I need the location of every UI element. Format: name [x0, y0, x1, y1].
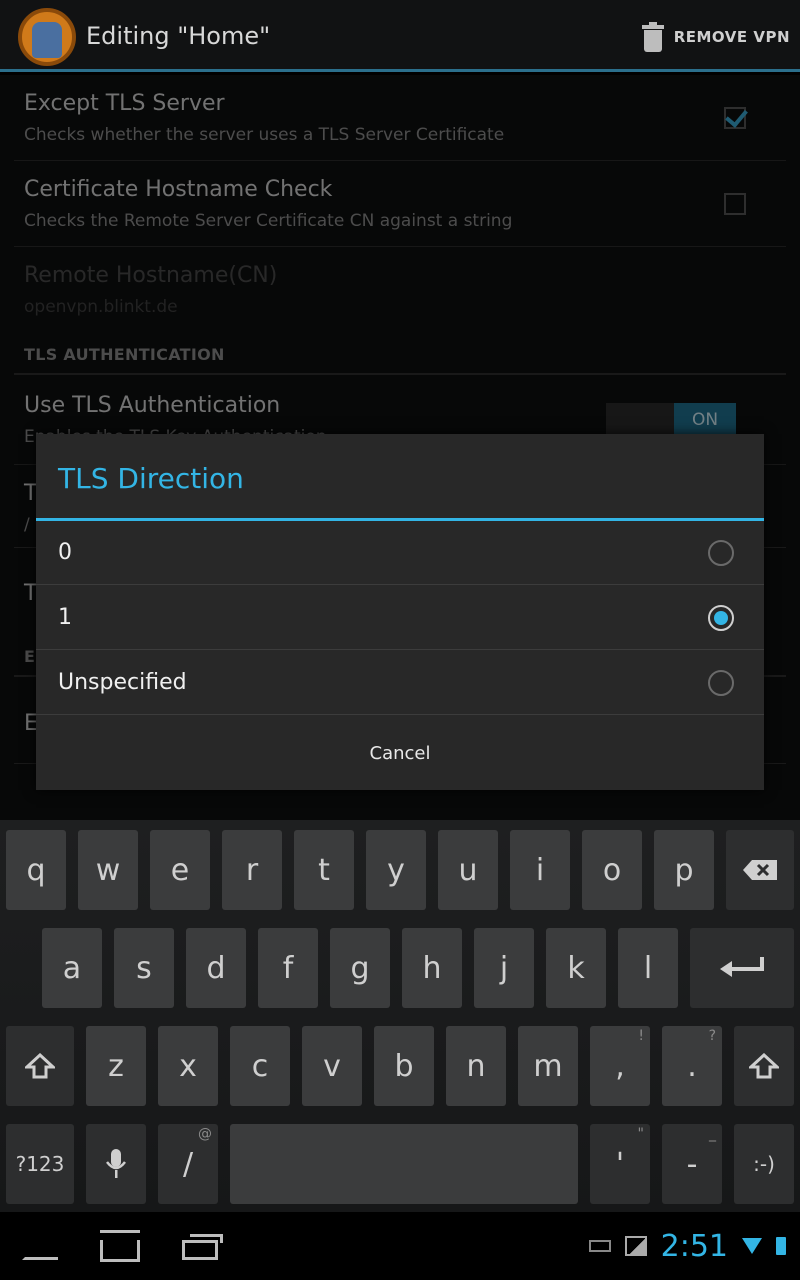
key-i[interactable]: i	[510, 830, 570, 910]
key-s[interactable]: s	[114, 928, 174, 1008]
radio-button-selected[interactable]	[708, 605, 734, 631]
option-label: 0	[58, 540, 72, 565]
key-hint: !	[638, 1028, 644, 1044]
image-icon	[624, 1236, 647, 1256]
key-dash[interactable]: - _	[662, 1124, 722, 1204]
shift-key-right[interactable]	[734, 1026, 794, 1106]
key-m[interactable]: m	[518, 1026, 578, 1106]
key-r[interactable]: r	[222, 830, 282, 910]
key-hint: "	[637, 1126, 644, 1142]
key-o[interactable]: o	[582, 830, 642, 910]
key-e[interactable]: e	[150, 830, 210, 910]
option-unspecified[interactable]: Unspecified	[36, 651, 764, 715]
wifi-icon	[742, 1238, 762, 1254]
key-label: /	[182, 1146, 194, 1182]
shift-icon	[25, 1053, 55, 1079]
key-comma[interactable]: , !	[590, 1026, 650, 1106]
key-f[interactable]: f	[258, 928, 318, 1008]
microphone-icon	[106, 1149, 126, 1178]
system-nav-bar: 2:51	[0, 1212, 800, 1280]
recent-apps-icon[interactable]	[182, 1234, 223, 1260]
key-u[interactable]: u	[438, 830, 498, 910]
key-z[interactable]: z	[86, 1026, 146, 1106]
option-label: Unspecified	[58, 670, 187, 695]
key-label: '	[615, 1146, 625, 1182]
shift-icon	[749, 1053, 779, 1079]
key-h[interactable]: h	[402, 928, 462, 1008]
app-logo-icon[interactable]	[18, 8, 76, 66]
option-1[interactable]: 1	[36, 586, 764, 650]
enter-icon	[720, 957, 764, 977]
key-hint: _	[709, 1126, 716, 1142]
key-label: .	[687, 1048, 697, 1084]
clock: 2:51	[660, 1228, 728, 1264]
key-slash[interactable]: / @	[158, 1124, 218, 1204]
option-0[interactable]: 0	[36, 521, 764, 585]
trash-icon	[641, 22, 664, 52]
radio-button[interactable]	[708, 670, 734, 696]
key-label: ,	[615, 1048, 625, 1084]
key-label: -	[686, 1146, 698, 1182]
remove-vpn-button[interactable]: REMOVE VPN	[641, 20, 790, 54]
key-apostrophe[interactable]: ' "	[590, 1124, 650, 1204]
home-icon[interactable]	[100, 1230, 140, 1262]
tls-direction-dialog: TLS Direction 0 1 Unspecified Cancel	[36, 434, 764, 790]
cancel-button[interactable]: Cancel	[36, 716, 764, 790]
key-y[interactable]: y	[366, 830, 426, 910]
backspace-icon	[743, 860, 777, 880]
key-a[interactable]: a	[42, 928, 102, 1008]
key-l[interactable]: l	[618, 928, 678, 1008]
key-q[interactable]: q	[6, 830, 66, 910]
status-area: 2:51	[588, 1226, 786, 1266]
key-d[interactable]: d	[186, 928, 246, 1008]
key-w[interactable]: w	[78, 830, 138, 910]
space-key[interactable]	[230, 1124, 578, 1204]
page-title: Editing "Home"	[86, 22, 271, 50]
back-icon[interactable]	[22, 1246, 58, 1260]
key-hint: @	[198, 1126, 212, 1142]
backspace-key[interactable]	[726, 830, 794, 910]
option-label: 1	[58, 605, 72, 630]
radio-button[interactable]	[708, 540, 734, 566]
keyboard-icon	[588, 1240, 611, 1252]
key-hint: ?	[708, 1028, 716, 1044]
symbols-key[interactable]: ?123	[6, 1124, 74, 1204]
key-k[interactable]: k	[546, 928, 606, 1008]
key-period[interactable]: . ?	[662, 1026, 722, 1106]
soft-keyboard: q w e r t y u i o p a s d f g h j k l z …	[0, 820, 800, 1212]
key-x[interactable]: x	[158, 1026, 218, 1106]
key-c[interactable]: c	[230, 1026, 290, 1106]
key-p[interactable]: p	[654, 830, 714, 910]
shift-key-left[interactable]	[6, 1026, 74, 1106]
key-b[interactable]: b	[374, 1026, 434, 1106]
remove-vpn-label: REMOVE VPN	[673, 28, 790, 46]
key-v[interactable]: v	[302, 1026, 362, 1106]
key-j[interactable]: j	[474, 928, 534, 1008]
mic-key[interactable]	[86, 1124, 146, 1204]
key-t[interactable]: t	[294, 830, 354, 910]
smiley-key[interactable]: :-)	[734, 1124, 794, 1204]
key-n[interactable]: n	[446, 1026, 506, 1106]
key-g[interactable]: g	[330, 928, 390, 1008]
enter-key[interactable]	[690, 928, 794, 1008]
dialog-title: TLS Direction	[58, 462, 244, 495]
action-bar: Editing "Home" REMOVE VPN	[0, 0, 800, 72]
battery-icon	[776, 1237, 786, 1255]
